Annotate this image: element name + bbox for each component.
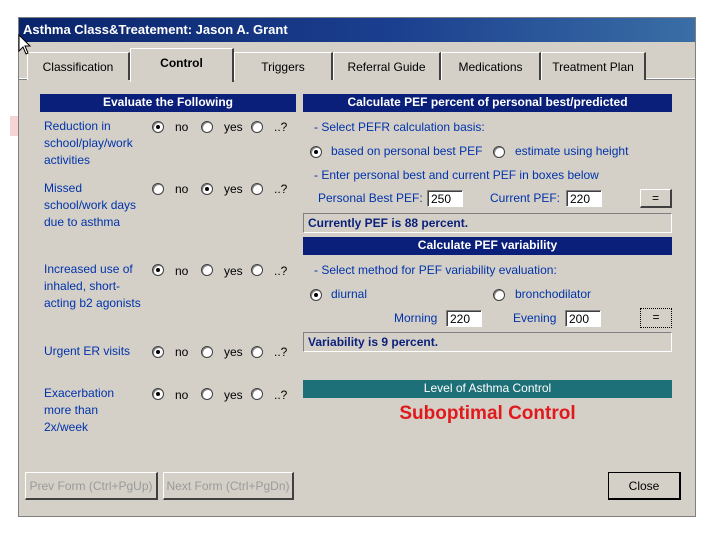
option-yes-label: yes xyxy=(224,388,243,402)
radio-er-visits-unknown[interactable] xyxy=(251,346,263,358)
option-no-label: no xyxy=(175,120,189,134)
option-unknown-label: ..? xyxy=(274,388,288,402)
option-no-label: no xyxy=(175,345,189,359)
tab-triggers[interactable]: Triggers xyxy=(234,52,333,80)
evening-input[interactable]: 200 xyxy=(565,310,601,327)
evaluate-item-label: Reduction in school/play/work activities xyxy=(44,119,133,167)
radio-reduction-yes[interactable] xyxy=(201,121,213,133)
evaluate-header: Evaluate the Following xyxy=(40,94,296,112)
radio-exacerbation-no[interactable] xyxy=(152,388,164,400)
radio-increased-use-yes[interactable] xyxy=(201,264,213,276)
tab-medications[interactable]: Medications xyxy=(441,52,541,80)
variability-result: Variability is 9 percent. xyxy=(303,332,672,352)
option-unknown-label: ..? xyxy=(274,182,288,196)
radio-missed-yes[interactable] xyxy=(201,183,213,195)
option-no-label: no xyxy=(175,264,189,278)
radio-exacerbation-unknown[interactable] xyxy=(251,388,263,400)
calculate-variability-button[interactable]: = xyxy=(640,308,672,328)
personal-best-input[interactable]: 250 xyxy=(427,190,463,207)
option-no-label: no xyxy=(175,388,189,402)
control-level-header: Level of Asthma Control xyxy=(303,380,672,398)
radio-method-diurnal[interactable] xyxy=(310,289,322,301)
option-unknown-label: ..? xyxy=(274,345,288,359)
pef-variability-header: Calculate PEF variability xyxy=(303,237,672,255)
option-unknown-label: ..? xyxy=(274,264,288,278)
evaluate-item-label: Exacerbation more than 2x/week xyxy=(44,386,115,434)
basis-option-label: estimate using height xyxy=(515,144,629,158)
option-yes-label: yes xyxy=(224,345,243,359)
radio-basis-personal-best[interactable] xyxy=(310,146,322,158)
tab-referral-guide[interactable]: Referral Guide xyxy=(333,52,441,80)
pef-percent-result: Currently PEF is 88 percent. xyxy=(303,213,672,233)
personal-best-label: Personal Best PEF: xyxy=(318,191,423,205)
radio-exacerbation-yes[interactable] xyxy=(201,388,213,400)
tab-treatment-plan[interactable]: Treatment Plan xyxy=(541,52,646,80)
option-yes-label: yes xyxy=(224,182,243,196)
control-level-status: Suboptimal Control xyxy=(399,403,576,424)
radio-missed-unknown[interactable] xyxy=(251,183,263,195)
prev-form-button[interactable]: Prev Form (Ctrl+PgUp) xyxy=(25,472,158,500)
method-prompt: - Select method for PEF variability eval… xyxy=(314,263,557,277)
radio-missed-no[interactable] xyxy=(152,183,164,195)
tab-classification[interactable]: Classification xyxy=(27,52,130,80)
evening-label: Evening xyxy=(513,311,557,325)
calculate-pef-button[interactable]: = xyxy=(640,189,672,208)
radio-reduction-unknown[interactable] xyxy=(251,121,263,133)
radio-increased-use-no[interactable] xyxy=(152,264,164,276)
option-unknown-label: ..? xyxy=(274,120,288,134)
current-pef-label: Current PEF: xyxy=(490,191,561,205)
morning-label: Morning xyxy=(394,311,438,325)
radio-reduction-no[interactable] xyxy=(152,121,164,133)
option-no-label: no xyxy=(175,182,189,196)
mouse-cursor-icon xyxy=(18,34,32,55)
current-pef-input[interactable]: 220 xyxy=(566,190,602,207)
morning-input[interactable]: 220 xyxy=(446,310,482,327)
basis-prompt: - Select PEFR calculation basis: xyxy=(314,120,485,134)
next-form-button[interactable]: Next Form (Ctrl+PgDn) xyxy=(163,472,294,500)
method-option-label: bronchodilator xyxy=(515,287,592,301)
radio-method-bronchodilator[interactable] xyxy=(493,289,505,301)
close-button[interactable]: Close xyxy=(608,472,681,500)
evaluate-item-label: Missed school/work days due to asthma xyxy=(44,181,137,229)
basis-option-label: based on personal best PEF xyxy=(331,144,483,158)
method-option-label: diurnal xyxy=(331,287,368,301)
radio-increased-use-unknown[interactable] xyxy=(251,264,263,276)
evaluate-item-label: Increased use of inhaled, short-acting b… xyxy=(44,262,141,310)
radio-er-visits-yes[interactable] xyxy=(201,346,213,358)
enter-prompt: - Enter personal best and current PEF in… xyxy=(314,168,599,182)
radio-basis-height[interactable] xyxy=(493,146,505,158)
tab-control[interactable]: Control xyxy=(130,48,234,82)
pef-percent-header: Calculate PEF percent of personal best/p… xyxy=(303,94,672,112)
radio-er-visits-no[interactable] xyxy=(152,346,164,358)
option-yes-label: yes xyxy=(224,264,243,278)
option-yes-label: yes xyxy=(224,120,243,134)
evaluate-item-label: Urgent ER visits xyxy=(44,344,131,358)
window-title: Asthma Class&Treatement: Jason A. Grant xyxy=(19,18,695,42)
